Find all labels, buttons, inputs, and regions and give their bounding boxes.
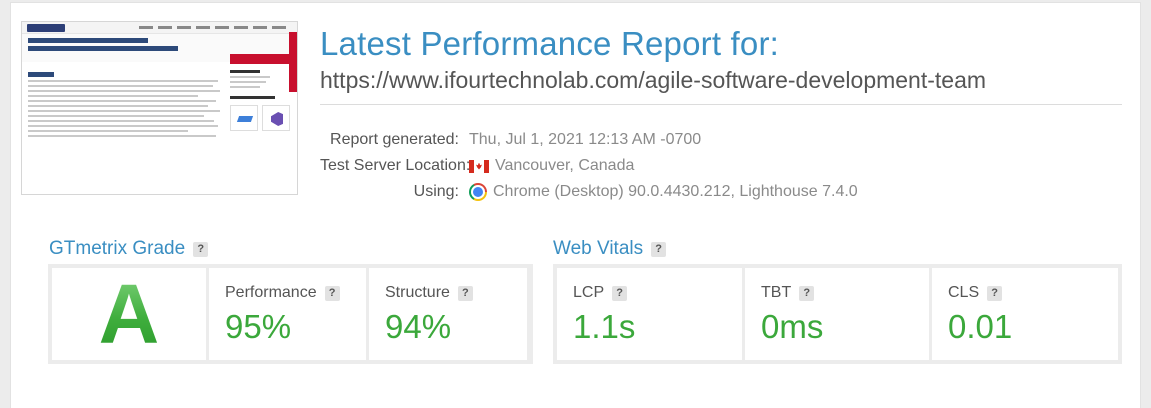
- performance-cell: Performance ? 95%: [209, 268, 366, 360]
- generated-date: Thu, Jul 1, 2021 12:13 AM -0700: [469, 131, 702, 148]
- gtmetrix-grade-title: GTmetrix Grade: [49, 238, 186, 259]
- lcp-value: 1.1s: [573, 308, 636, 345]
- lcp-help-icon[interactable]: ?: [612, 285, 628, 301]
- lcp-label-row: LCP ?: [573, 284, 628, 302]
- structure-label-row: Structure ?: [385, 284, 473, 302]
- location-label: Test Server Location:: [320, 157, 471, 174]
- cls-help-icon[interactable]: ?: [987, 285, 1003, 301]
- generated-value: Thu, Jul 1, 2021 12:13 AM -0700: [469, 131, 701, 149]
- tbt-label-row: TBT ?: [761, 284, 815, 302]
- web-vitals-heading: Web Vitals ?: [553, 238, 667, 260]
- structure-value: 94%: [385, 308, 452, 345]
- meta-row-generated: Report generated: Thu, Jul 1, 2021 12:13…: [320, 127, 1020, 153]
- web-vitals-help-icon[interactable]: ?: [651, 241, 667, 257]
- cls-value: 0.01: [948, 308, 1013, 345]
- gtmetrix-grade-panel: A Performance ? 95% Structure ? 94%: [48, 264, 533, 364]
- performance-help-icon[interactable]: ?: [324, 285, 340, 301]
- gtmetrix-grade-help-icon[interactable]: ?: [193, 241, 209, 257]
- lcp-label: LCP: [573, 284, 605, 301]
- canada-flag-icon: [469, 159, 489, 173]
- performance-label-row: Performance ?: [225, 284, 340, 302]
- thumbnail-sidebar: [230, 54, 292, 131]
- report-meta: Report generated: Thu, Jul 1, 2021 12:13…: [320, 127, 1020, 205]
- location-text: Vancouver, Canada: [495, 157, 635, 174]
- grade-cell: A: [52, 268, 206, 360]
- cls-cell: CLS ? 0.01: [932, 268, 1118, 360]
- performance-label: Performance: [225, 284, 317, 301]
- using-value: Chrome (Desktop) 90.0.4430.212, Lighthou…: [469, 183, 858, 201]
- web-vitals-panel: LCP ? 1.1s TBT ? 0ms CLS ? 0.01: [553, 264, 1122, 364]
- using-label: Using:: [413, 183, 459, 200]
- gtmetrix-grade-heading: GTmetrix Grade ?: [49, 238, 209, 260]
- header-divider: [320, 104, 1122, 105]
- meta-row-using: Using: Chrome (Desktop) 90.0.4430.212, L…: [320, 179, 1020, 205]
- web-vitals-title: Web Vitals: [553, 238, 644, 259]
- tbt-value: 0ms: [761, 308, 824, 345]
- thumbnail-header: [22, 22, 297, 34]
- tbt-label: TBT: [761, 284, 792, 301]
- visual-studio-icon: [262, 105, 290, 131]
- using-text: Chrome (Desktop) 90.0.4430.212, Lighthou…: [493, 183, 858, 200]
- cls-label: CLS: [948, 284, 980, 301]
- report-card: Latest Performance Report for: https://w…: [10, 2, 1141, 408]
- structure-cell: Structure ? 94%: [369, 268, 527, 360]
- thumbnail-red-tab: [289, 32, 297, 92]
- report-title: Latest Performance Report for:: [320, 25, 780, 62]
- performance-value: 95%: [225, 308, 292, 345]
- tbt-help-icon[interactable]: ?: [799, 285, 815, 301]
- tbt-cell: TBT ? 0ms: [745, 268, 929, 360]
- location-value: Vancouver, Canada: [469, 157, 634, 175]
- thumbnail-nav: [139, 26, 289, 29]
- cls-label-row: CLS ?: [948, 284, 1003, 302]
- structure-help-icon[interactable]: ?: [457, 285, 473, 301]
- lcp-cell: LCP ? 1.1s: [557, 268, 742, 360]
- report-url: https://www.ifourtechnolab.com/agile-sof…: [320, 67, 987, 93]
- grade-letter: A: [98, 267, 160, 361]
- thumbnail-tech-icon: [230, 105, 258, 131]
- chrome-icon: [469, 183, 487, 201]
- meta-row-location: Test Server Location: Vancouver, Canada: [320, 153, 1020, 179]
- structure-label: Structure: [385, 284, 450, 301]
- generated-label: Report generated:: [330, 131, 459, 148]
- page-screenshot-thumbnail[interactable]: [21, 21, 298, 195]
- thumbnail-logo: [27, 24, 65, 32]
